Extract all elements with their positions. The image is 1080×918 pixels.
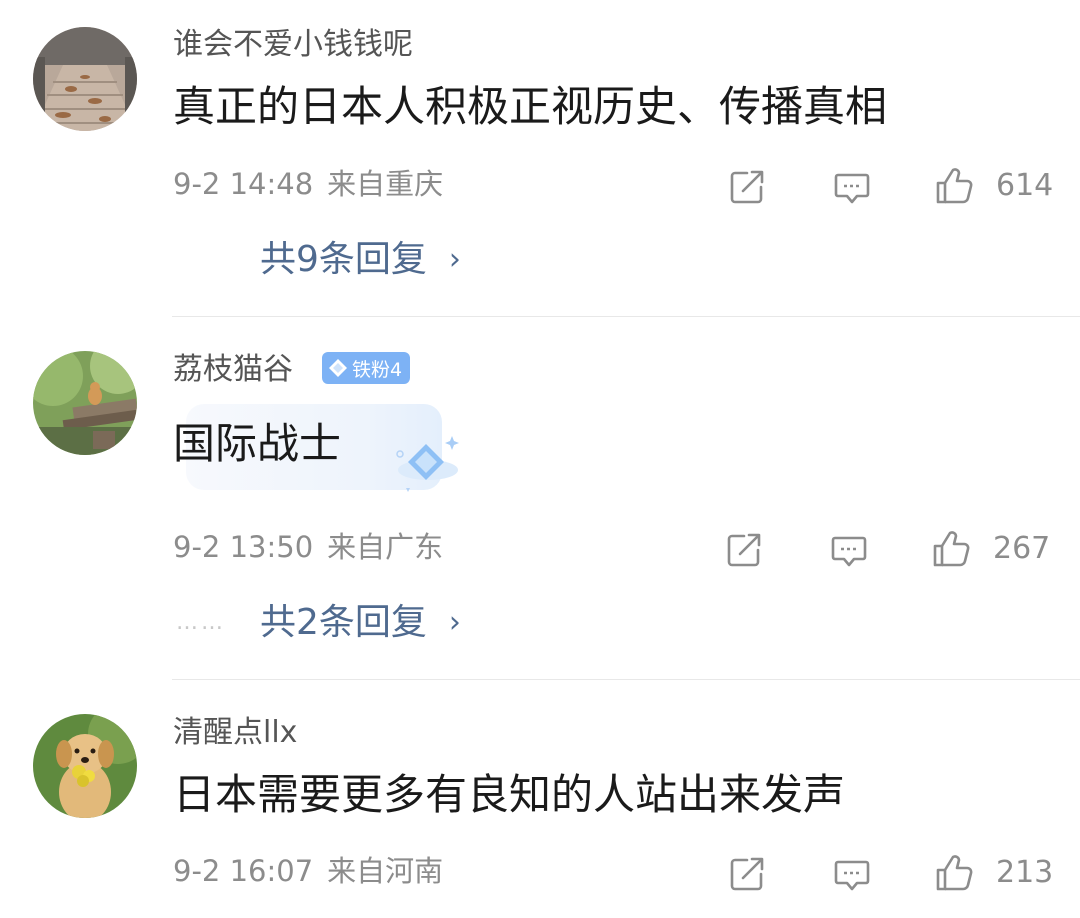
avatar-image [33, 27, 137, 131]
comment-location: 来自重庆 [327, 167, 444, 201]
comment-icon[interactable] [832, 854, 872, 894]
comment-time: 9-2 14:48 [173, 167, 314, 201]
view-replies-link[interactable]: 共9条回复 › [260, 242, 461, 278]
thumbs-up-icon[interactable] [931, 529, 971, 569]
divider [172, 679, 1080, 680]
comment-text: 真正的日本人积极正视历史、传播真相 [173, 82, 888, 131]
comment-time: 9-2 16:07 [173, 854, 314, 888]
comment-location: 来自河南 [327, 854, 444, 888]
like-count: 213 [996, 855, 1054, 890]
replies-label: 共9条回复 [260, 239, 427, 280]
comment-text: 国际战士 [173, 419, 342, 468]
chevron-right-icon: › [448, 605, 461, 640]
share-icon[interactable] [727, 167, 767, 207]
diamond-decoration-icon [396, 436, 459, 492]
thumbs-up-icon[interactable] [934, 853, 974, 893]
avatar-image [33, 351, 137, 455]
comment-time: 9-2 13:50 [173, 530, 314, 564]
comment-meta: 9-2 16:07 来自河南 [173, 857, 443, 886]
replies-label: 共2条回复 [260, 602, 427, 643]
share-icon[interactable] [724, 530, 764, 570]
like-count: 267 [993, 531, 1051, 566]
share-icon[interactable] [727, 854, 767, 894]
badge-label: 铁粉4 [352, 358, 403, 381]
comment-icon[interactable] [832, 167, 872, 207]
comment-location: 来自广东 [327, 530, 444, 564]
username[interactable]: 荔枝猫谷 [173, 355, 293, 385]
like-count: 614 [996, 168, 1054, 203]
view-replies-link[interactable]: 共2条回复 › [260, 605, 461, 641]
comment-text: 日本需要更多有良知的人站出来发声 [173, 770, 846, 819]
avatar-image [33, 714, 137, 818]
avatar[interactable] [33, 714, 137, 818]
divider [172, 316, 1080, 317]
comment-meta: 9-2 13:50 来自广东 [173, 533, 443, 562]
comment-icon[interactable] [829, 530, 869, 570]
avatar[interactable] [33, 351, 137, 455]
username[interactable]: 清醒点llx [173, 718, 297, 748]
chevron-right-icon: › [448, 242, 461, 277]
thumbs-up-icon[interactable] [934, 166, 974, 206]
comment-meta: 9-2 14:48 来自重庆 [173, 170, 443, 199]
avatar[interactable] [33, 27, 137, 131]
ellipsis-indicator: …… [176, 610, 226, 635]
diamond-icon [329, 359, 347, 377]
fan-badge[interactable]: 铁粉4 [322, 352, 411, 384]
username[interactable]: 谁会不爱小钱钱呢 [173, 30, 413, 60]
